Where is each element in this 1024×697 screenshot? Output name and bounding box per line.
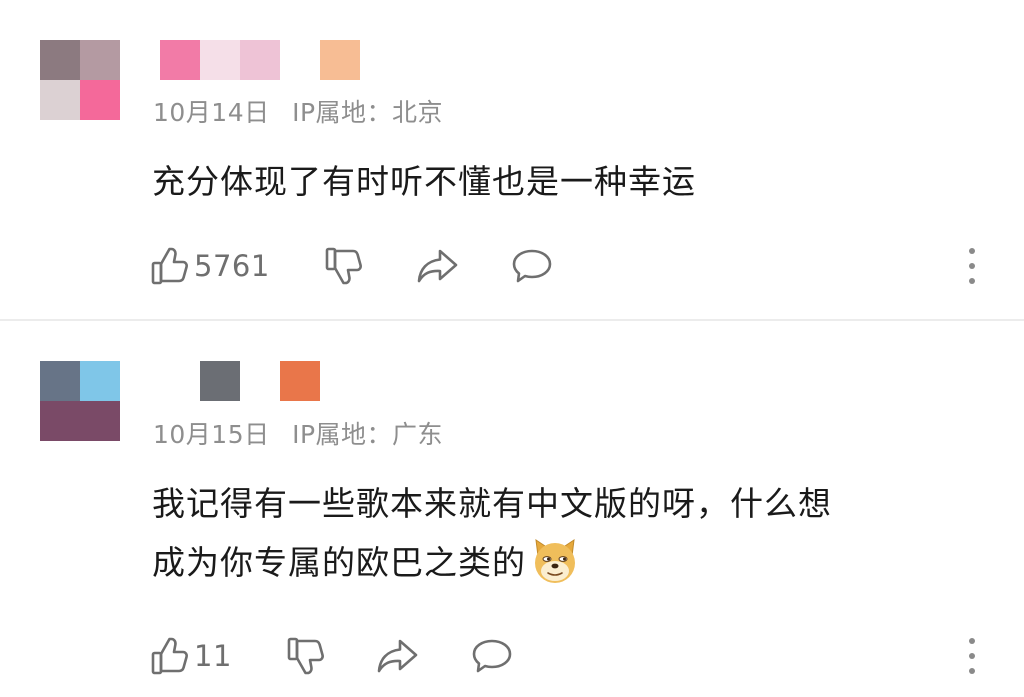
comment-line: 成为你专属的欧巴之类的 xyxy=(152,543,526,582)
more-vertical-icon[interactable] xyxy=(958,248,986,284)
name-pixel xyxy=(320,361,360,401)
ip-label: IP属地： xyxy=(292,98,393,127)
like-button[interactable]: 5761 xyxy=(150,246,270,286)
more-dot xyxy=(969,653,975,659)
comment-actions: 5761 xyxy=(150,244,554,288)
comment-date: 10月14日 xyxy=(153,98,270,127)
ip-location: 北京 xyxy=(392,98,444,127)
comment-line-with-emoji: 成为你专属的欧巴之类的 xyxy=(152,533,982,592)
reply-button[interactable] xyxy=(470,636,514,676)
comment-line: 充分体现了有时听不懂也是一种幸运 xyxy=(152,162,696,201)
comment-actions: 11 xyxy=(150,634,514,678)
share-button[interactable] xyxy=(376,636,420,676)
name-pixel xyxy=(200,361,240,401)
more-dot xyxy=(969,668,975,674)
thumbs-down-icon xyxy=(325,247,362,285)
name-pixel xyxy=(240,361,280,401)
more-dot xyxy=(969,248,975,254)
thumbs-down-icon xyxy=(287,637,324,675)
comment-text: 我记得有一些歌本来就有中文版的呀，什么想 成为你专属的欧巴之类的 xyxy=(152,474,982,592)
name-pixel xyxy=(160,361,200,401)
comment-meta: 10月15日 IP属地：广东 xyxy=(153,415,443,451)
avatar-pixel xyxy=(40,401,80,441)
name-pixel xyxy=(280,40,320,80)
more-dot xyxy=(969,263,975,269)
name-pixel xyxy=(160,40,200,80)
like-count: 5761 xyxy=(194,249,270,283)
username-blurred[interactable] xyxy=(160,40,360,80)
comment-meta: 10月14日 IP属地：北京 xyxy=(153,93,443,129)
share-arrow-icon xyxy=(377,639,418,673)
comment-item: 10月14日 IP属地：北京 充分体现了有时听不懂也是一种幸运 5761 xyxy=(0,0,1024,319)
avatar-pixel xyxy=(80,401,120,441)
avatar[interactable] xyxy=(40,361,120,441)
avatar-pixel xyxy=(40,361,80,401)
name-pixel xyxy=(320,40,360,80)
doge-emoji-icon xyxy=(535,538,575,583)
avatar-pixel xyxy=(40,80,80,120)
name-pixel xyxy=(200,40,240,80)
avatar[interactable] xyxy=(40,40,120,120)
avatar-pixel xyxy=(80,80,120,120)
share-button[interactable] xyxy=(416,246,460,286)
avatar-pixel xyxy=(40,40,80,80)
reply-button[interactable] xyxy=(510,246,554,286)
more-vertical-icon[interactable] xyxy=(958,638,986,674)
comment-line: 我记得有一些歌本来就有中文版的呀，什么想 xyxy=(152,484,832,523)
comment-item: 10月15日 IP属地：广东 我记得有一些歌本来就有中文版的呀，什么想 成为你专… xyxy=(0,321,1024,697)
more-dot xyxy=(969,638,975,644)
comment-date: 10月15日 xyxy=(153,420,270,449)
name-pixel xyxy=(280,361,320,401)
thumbs-up-icon xyxy=(151,247,188,285)
ip-location: 广东 xyxy=(392,420,444,449)
name-pixel xyxy=(240,40,280,80)
dislike-button[interactable] xyxy=(286,636,326,676)
dislike-button[interactable] xyxy=(324,246,364,286)
comment-bubble-icon xyxy=(512,249,552,283)
like-button[interactable]: 11 xyxy=(150,636,232,676)
ip-label: IP属地： xyxy=(292,420,393,449)
comment-text: 充分体现了有时听不懂也是一种幸运 xyxy=(152,152,972,211)
share-arrow-icon xyxy=(417,249,458,283)
more-dot xyxy=(969,278,975,284)
avatar-pixel xyxy=(80,361,120,401)
thumbs-up-icon xyxy=(151,637,188,675)
comment-bubble-icon xyxy=(472,639,512,673)
avatar-pixel xyxy=(80,40,120,80)
like-count: 11 xyxy=(194,639,232,673)
username-blurred[interactable] xyxy=(160,361,360,401)
